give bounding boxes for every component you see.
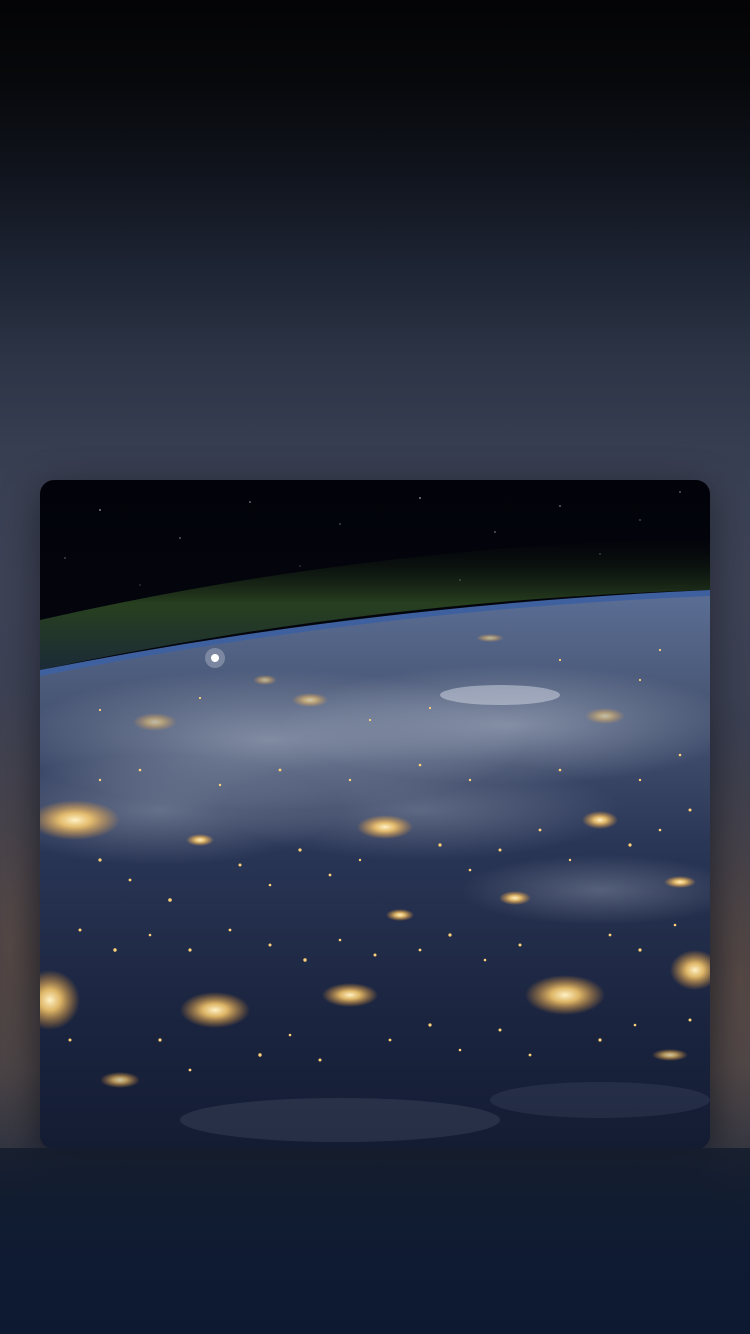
now-playing-screen: { "screen": { "type": "media-now-playing… <box>0 0 750 1334</box>
earth-at-night-image <box>40 480 710 1149</box>
player-controls-area <box>0 1148 750 1334</box>
album-artwork[interactable] <box>40 480 710 1149</box>
